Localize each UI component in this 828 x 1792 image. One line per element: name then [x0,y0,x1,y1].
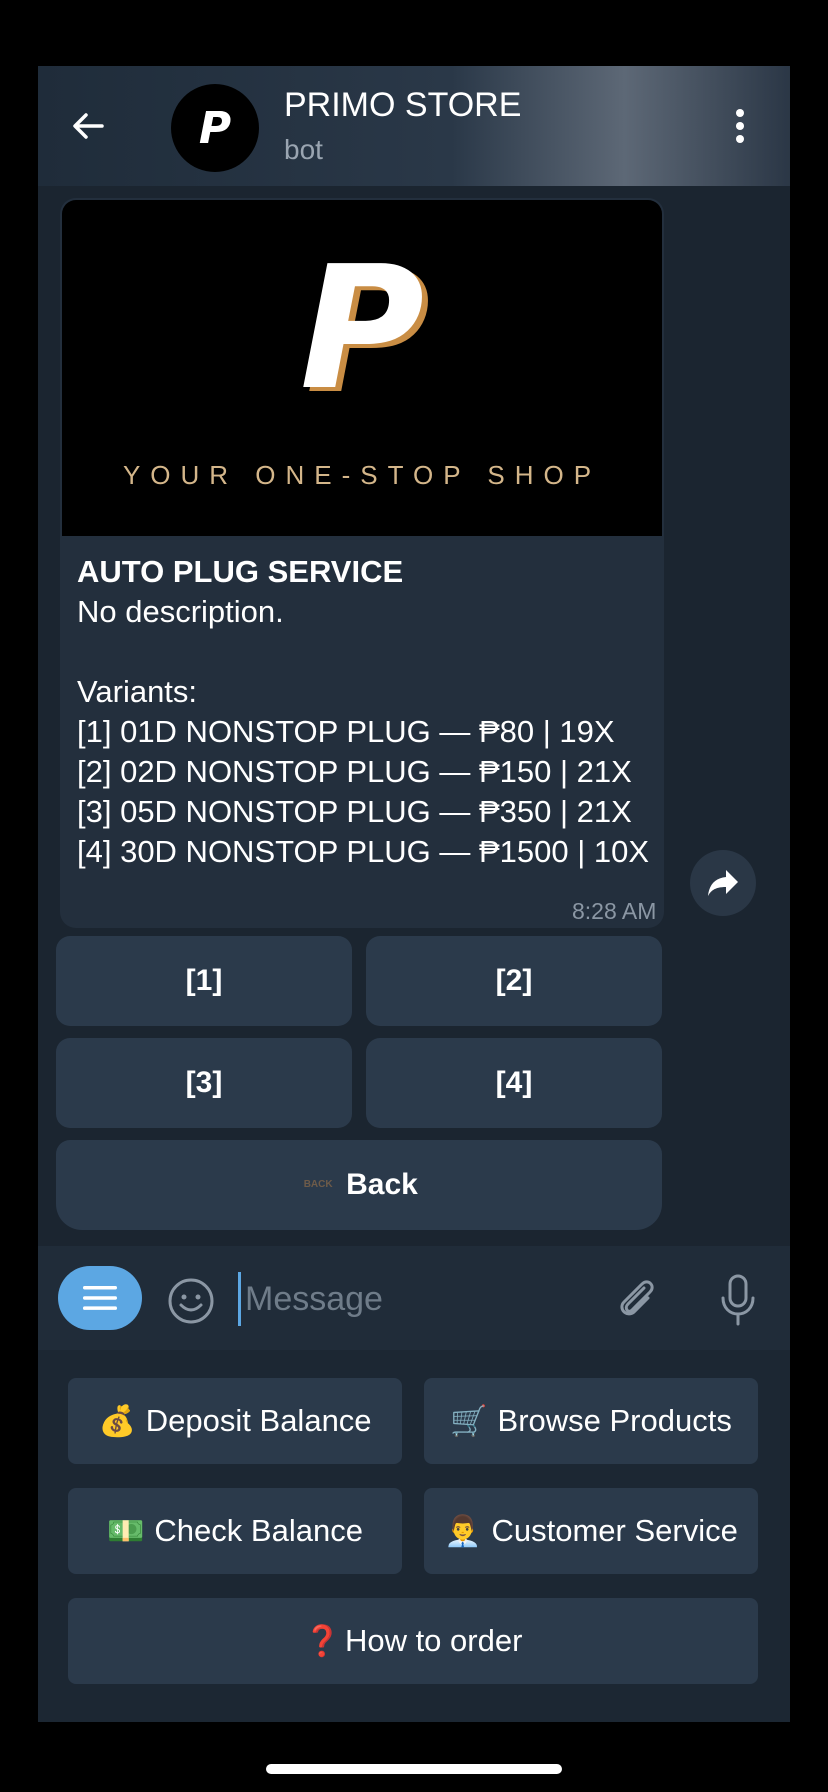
inline-button-4[interactable]: [4] [366,1038,662,1128]
bot-menu-button[interactable] [58,1266,142,1330]
office-worker-icon: 👨‍💼 [444,1514,482,1548]
customer-service-button[interactable]: 👨‍💼 Customer Service [424,1488,758,1574]
banner-logo: P [299,230,425,428]
inline-button-1[interactable]: [1] [56,936,352,1026]
check-balance-button[interactable]: 💵 Check Balance [68,1488,402,1574]
message-input[interactable] [238,1272,547,1326]
banner-tagline: YOUR ONE-STOP SHOP [122,460,602,490]
reply-keyboard: 💰 Deposit Balance 🛒 Browse Products 💵 Ch… [38,1350,790,1722]
question-mark-icon: ❓ [303,1624,341,1658]
shopping-cart-icon: 🛒 [450,1404,488,1438]
chat-subtitle: bot [284,134,323,165]
chat-header: P PRIMO STORE bot [38,66,790,186]
inline-button-2[interactable]: [2] [366,936,662,1026]
customer-service-label: Customer Service [491,1513,738,1548]
message-text: AUTO PLUG SERVICE No description. Variant… [77,552,657,872]
inline-back-label: Back [346,1168,418,1201]
message-bubble[interactable]: P YOUR ONE-STOP SHOP AUTO PLUG SERVICE No… [60,198,664,928]
menu-icon [83,1286,117,1310]
chat-area: P YOUR ONE-STOP SHOP AUTO PLUG SERVICE No… [38,186,790,1312]
emoji-icon[interactable] [166,1276,216,1326]
how-to-order-button[interactable]: ❓ How to order [68,1598,758,1684]
money-bag-icon: 💰 [98,1404,136,1438]
attach-icon[interactable] [614,1276,660,1322]
microphone-icon[interactable] [718,1274,758,1326]
message-input-bar [38,1246,790,1350]
deposit-balance-button[interactable]: 💰 Deposit Balance [68,1378,402,1464]
deposit-balance-label: Deposit Balance [145,1403,372,1438]
telegram-chat-screen: P PRIMO STORE bot P YOUR ONE-STOP SHOP A… [38,66,790,1722]
inline-button-3[interactable]: [3] [56,1038,352,1128]
avatar-letter: P [198,102,232,154]
message-body: No description. Variants: [1] 01D NONSTO… [77,594,650,869]
inline-back-button[interactable]: BACK Back [56,1140,662,1230]
how-to-order-label: How to order [344,1623,523,1658]
store-banner-image[interactable]: P YOUR ONE-STOP SHOP [62,200,662,536]
forward-button[interactable] [690,850,756,916]
home-indicator[interactable] [266,1764,562,1774]
browse-products-button[interactable]: 🛒 Browse Products [424,1378,758,1464]
message-title: AUTO PLUG SERVICE [77,554,404,589]
check-balance-label: Check Balance [154,1513,363,1548]
dollar-banknote-icon: 💵 [107,1514,145,1548]
more-options-icon[interactable] [730,106,750,146]
browse-products-label: Browse Products [497,1403,732,1438]
message-timestamp: 8:28 AM [572,898,657,924]
back-arrow-icon[interactable] [68,106,108,146]
forward-icon [708,870,738,896]
back-emoji-icon: BACK [303,1179,333,1190]
avatar[interactable]: P [171,84,259,172]
chat-title[interactable]: PRIMO STORE [284,86,521,125]
